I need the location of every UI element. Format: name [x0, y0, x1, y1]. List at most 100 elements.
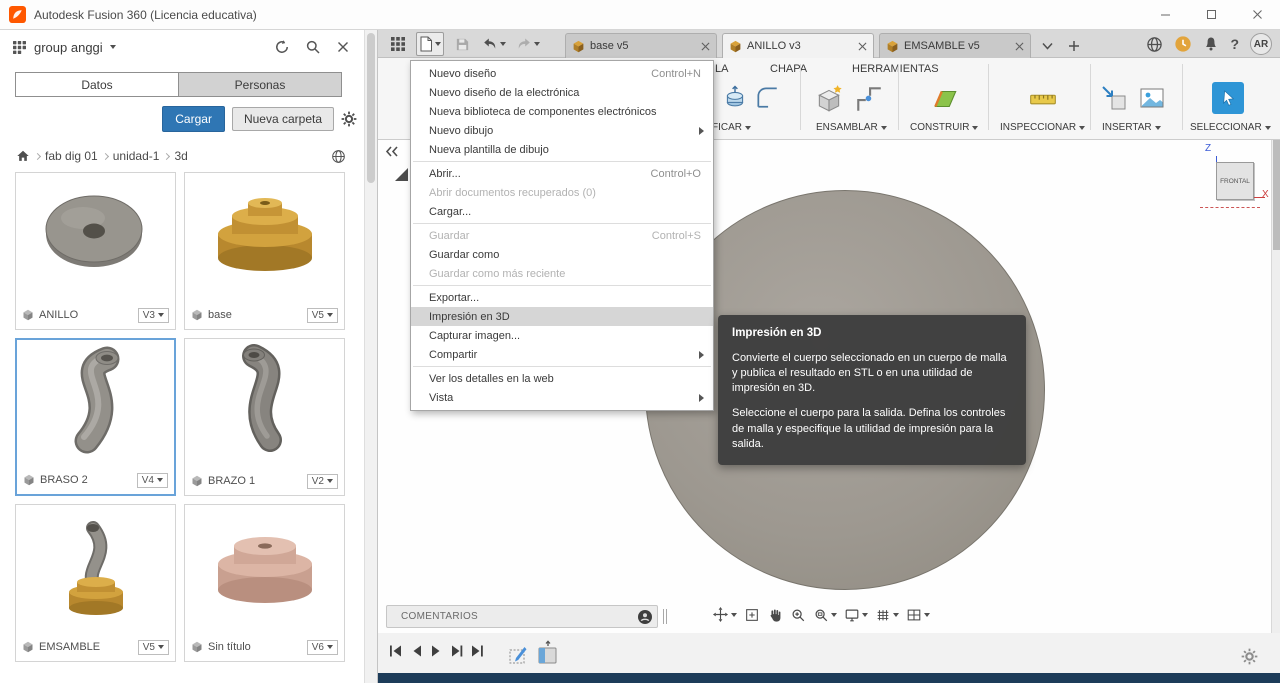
timeline-feature-extrude-icon[interactable]	[536, 640, 560, 666]
menu-item-nuevo-dibujo[interactable]: Nuevo dibujo	[411, 121, 713, 140]
ribbon-tab-malla[interactable]: LA	[715, 63, 728, 75]
zoom-button[interactable]	[790, 607, 806, 623]
minimize-button[interactable]	[1142, 0, 1188, 29]
zoom-window-button[interactable]	[813, 607, 837, 623]
version-dropdown[interactable]: V5	[306, 307, 338, 323]
version-dropdown[interactable]: V6	[306, 639, 338, 655]
breadcrumb-item-folder[interactable]: unidad-1	[113, 149, 160, 163]
step-forward-button[interactable]	[450, 644, 463, 658]
version-dropdown[interactable]: V2	[306, 473, 338, 489]
browser-scrollbar-thumb[interactable]	[1273, 140, 1280, 250]
group-inspeccionar[interactable]: INSPECCIONAR	[1000, 122, 1086, 133]
comments-avatar-badge[interactable]	[637, 609, 653, 625]
grid-settings-button[interactable]	[875, 607, 899, 623]
new-folder-button[interactable]: Nueva carpeta	[231, 107, 334, 131]
group-construir[interactable]: CONSTRUIR	[910, 122, 979, 133]
select-tool-active[interactable]	[1212, 82, 1244, 114]
document-tab-anillo[interactable]: ANILLO v3	[722, 33, 874, 58]
menu-item-nuevo-diseno[interactable]: Nuevo diseño Control+N	[411, 64, 713, 83]
close-tab-icon[interactable]	[1015, 42, 1024, 51]
timeline-feature-sketch-icon[interactable]	[508, 644, 528, 666]
version-dropdown[interactable]: V3	[137, 307, 169, 323]
menu-item-compartir[interactable]: Compartir	[411, 345, 713, 364]
menu-item-exportar[interactable]: Exportar...	[411, 288, 713, 307]
press-pull-icon[interactable]	[722, 84, 748, 110]
panel-scrollbar-thumb[interactable]	[367, 33, 375, 183]
menu-item-ver-detalles-web[interactable]: Ver los detalles en la web	[411, 369, 713, 388]
tab-datos[interactable]: Datos	[16, 73, 178, 96]
play-button[interactable]	[430, 644, 443, 658]
panel-settings-gear-icon[interactable]	[341, 111, 357, 127]
go-to-start-button[interactable]	[388, 644, 403, 658]
breadcrumb-item-folder[interactable]: 3d	[174, 149, 187, 163]
version-dropdown[interactable]: V4	[136, 472, 168, 488]
new-component-icon[interactable]	[814, 84, 844, 114]
version-dropdown[interactable]: V5	[137, 639, 169, 655]
ribbon-tab-herramientas[interactable]: HERRAMIENTAS	[852, 63, 939, 75]
display-settings-button[interactable]	[844, 607, 868, 623]
new-tab-button[interactable]	[1063, 33, 1085, 58]
maximize-button[interactable]	[1188, 0, 1234, 29]
menu-item-guardar-como[interactable]: Guardar como	[411, 245, 713, 264]
search-icon[interactable]	[305, 39, 321, 55]
save-button[interactable]	[450, 32, 474, 56]
project-card-brazo-1[interactable]: BRAZO 1 V2	[184, 338, 345, 496]
viewcube[interactable]: Z FRONTAL X	[1196, 143, 1272, 216]
job-status-clock-icon[interactable]	[1174, 35, 1192, 53]
user-avatar[interactable]: AR	[1250, 33, 1272, 55]
viewcube-front-face[interactable]: FRONTAL	[1216, 162, 1254, 200]
joint-icon[interactable]	[854, 84, 884, 114]
team-selector[interactable]: group anggi	[34, 40, 103, 55]
pan-button[interactable]	[712, 606, 737, 623]
timeline-settings-gear-icon[interactable]	[1241, 648, 1258, 665]
insert-derive-icon[interactable]	[1100, 84, 1128, 112]
viewports-button[interactable]	[906, 607, 930, 623]
project-card-braso-2[interactable]: BRASO 2 V4	[15, 338, 176, 496]
redo-button[interactable]	[514, 32, 542, 56]
extensions-globe-icon[interactable]	[1146, 36, 1163, 53]
menu-item-capturar-imagen[interactable]: Capturar imagen...	[411, 326, 713, 345]
insert-image-icon[interactable]	[1138, 84, 1166, 112]
ribbon-tab-chapa[interactable]: CHAPA	[770, 63, 807, 75]
upload-button[interactable]: Cargar	[162, 106, 225, 132]
close-tab-icon[interactable]	[858, 42, 867, 51]
file-menu-button[interactable]	[416, 32, 444, 56]
project-card-base[interactable]: base V5	[184, 172, 345, 330]
undo-button[interactable]	[480, 32, 508, 56]
apps-grid-button[interactable]	[386, 32, 410, 56]
browser-expand-icon[interactable]	[395, 168, 408, 181]
tab-personas[interactable]: Personas	[178, 73, 341, 96]
document-tab-base[interactable]: base v5	[565, 33, 717, 58]
fit-view-button[interactable]	[744, 607, 760, 623]
menu-item-nuevo-diseno-electronica[interactable]: Nuevo diseño de la electrónica	[411, 83, 713, 102]
panel-scrollbar[interactable]	[364, 30, 377, 683]
help-icon[interactable]: ?	[1230, 36, 1239, 52]
pan-hand-button[interactable]	[767, 607, 783, 623]
browser-scrollbar[interactable]	[1271, 140, 1280, 633]
close-tab-icon[interactable]	[701, 42, 710, 51]
measure-icon[interactable]	[1028, 84, 1058, 114]
project-card-sin-titulo[interactable]: Sin título V6	[184, 504, 345, 662]
go-to-end-button[interactable]	[470, 644, 485, 658]
home-icon[interactable]	[16, 149, 30, 163]
tab-overflow-button[interactable]	[1036, 33, 1058, 58]
menu-item-abrir[interactable]: Abrir... Control+O	[411, 164, 713, 183]
comments-drag-handle[interactable]	[663, 609, 667, 624]
step-back-button[interactable]	[410, 644, 423, 658]
project-card-emsamble[interactable]: EMSAMBLE V5	[15, 504, 176, 662]
project-card-anillo[interactable]: ANILLO V3	[15, 172, 176, 330]
group-insertar[interactable]: INSERTAR	[1102, 122, 1161, 133]
notifications-bell-icon[interactable]	[1203, 36, 1219, 52]
group-ensamblar[interactable]: ENSAMBLAR	[816, 122, 887, 133]
menu-item-impresion-3d[interactable]: Impresión en 3D	[411, 307, 713, 326]
close-panel-icon[interactable]	[336, 40, 350, 54]
refresh-icon[interactable]	[274, 39, 290, 55]
globe-icon[interactable]	[331, 149, 346, 164]
menu-item-nueva-biblioteca[interactable]: Nueva biblioteca de componentes electrón…	[411, 102, 713, 121]
breadcrumb-item-folder[interactable]: fab dig 01	[45, 149, 98, 163]
document-tab-emsamble[interactable]: EMSAMBLE v5	[879, 33, 1031, 58]
group-seleccionar[interactable]: SELECCIONAR	[1190, 122, 1271, 133]
menu-item-cargar[interactable]: Cargar...	[411, 202, 713, 221]
menu-item-vista[interactable]: Vista	[411, 388, 713, 407]
fillet-icon[interactable]	[754, 84, 780, 110]
